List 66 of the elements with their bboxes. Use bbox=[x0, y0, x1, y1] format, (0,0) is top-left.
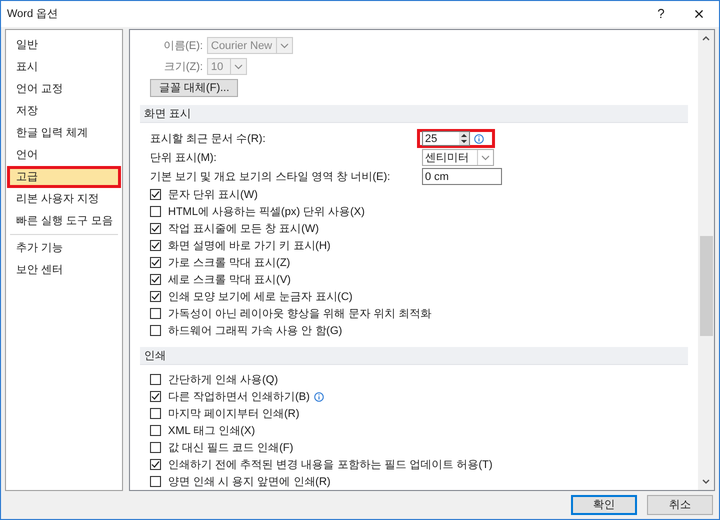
section-header: 화면 표시 bbox=[140, 105, 688, 123]
checkbox[interactable] bbox=[150, 374, 161, 385]
option-label: 작업 표시줄에 모든 창 표시(W) bbox=[168, 222, 319, 236]
window-title: Word 옵션 bbox=[7, 7, 60, 21]
checkbox[interactable] bbox=[150, 257, 161, 268]
unit-dropdown[interactable]: 센티미터 bbox=[422, 149, 494, 166]
field-label: 이름(E): bbox=[162, 38, 204, 52]
option-label: XML 태그 인쇄(X) bbox=[168, 424, 255, 438]
checkbox[interactable] bbox=[150, 325, 161, 336]
option-label: 값 대신 필드 코드 인쇄(F) bbox=[168, 440, 294, 454]
option-label: 화면 설명에 바로 가기 키 표시(H) bbox=[168, 238, 331, 252]
option-label: 하드웨어 그래픽 가속 사용 안 함(G) bbox=[168, 324, 342, 338]
checkbox[interactable] bbox=[150, 189, 161, 200]
sidebar-item[interactable]: 일반 bbox=[10, 34, 118, 56]
checkbox[interactable] bbox=[150, 476, 161, 487]
checkbox[interactable] bbox=[150, 425, 161, 436]
option-label: 가독성이 아닌 레이아웃 향상을 위해 문자 위치 최적화 bbox=[168, 306, 432, 320]
option-label: 양면 인쇄 시 용지 앞면에 인쇄(R) bbox=[168, 474, 331, 488]
scroll-down-icon[interactable] bbox=[702, 479, 710, 484]
checkbox[interactable] bbox=[150, 206, 161, 217]
option-label: 세로 스크롤 막대 표시(V) bbox=[168, 272, 291, 286]
sidebar-item[interactable]: 추가 기능 bbox=[10, 237, 118, 259]
number-field[interactable]: 25 bbox=[422, 131, 470, 146]
field-label: 크기(Z): bbox=[162, 60, 204, 74]
sidebar-item[interactable]: 한글 입력 체계 bbox=[10, 122, 118, 144]
scroll-thumb[interactable] bbox=[700, 236, 712, 336]
checkbox[interactable] bbox=[150, 274, 161, 285]
sidebar-item[interactable]: 보안 센터 bbox=[10, 259, 118, 281]
sidebar-item[interactable]: 고급 bbox=[7, 166, 121, 188]
option-label: 인쇄 모양 보기에 세로 눈금자 표시(C) bbox=[168, 290, 353, 304]
checkbox[interactable] bbox=[150, 391, 161, 402]
scrollbar[interactable] bbox=[698, 30, 714, 490]
field-label: 표시할 최근 문서 수(R): bbox=[150, 132, 266, 146]
sidebar-item[interactable]: 표시 bbox=[10, 56, 118, 78]
field-label: 단위 표시(M): bbox=[150, 150, 218, 164]
field-label: 기본 보기 및 개요 보기의 스타일 영역 창 너비(E): bbox=[150, 170, 392, 184]
section-header: 인쇄 bbox=[140, 347, 688, 365]
checkbox[interactable] bbox=[150, 442, 161, 453]
option-label: 간단하게 인쇄 사용(Q) bbox=[168, 372, 278, 386]
close-button[interactable]: × bbox=[689, 5, 709, 23]
sidebar-item[interactable]: 빠른 실행 도구 모음 bbox=[10, 210, 118, 232]
option-label: 다른 작업하면서 인쇄하기(B) bbox=[168, 390, 310, 404]
checkbox[interactable] bbox=[150, 459, 161, 470]
sidebar-item[interactable]: 리본 사용자 지정 bbox=[10, 188, 118, 210]
checkbox[interactable] bbox=[150, 223, 161, 234]
text-field[interactable]: 0 cm bbox=[422, 168, 502, 185]
option-label: HTML에 사용하는 픽셀(px) 단위 사용(X) bbox=[168, 204, 365, 218]
option-label: 가로 스크롤 막대 표시(Z) bbox=[168, 256, 290, 270]
cancel-button[interactable]: 취소 bbox=[647, 495, 713, 515]
info-icon bbox=[474, 134, 484, 144]
ok-button[interactable]: 확인 bbox=[571, 495, 637, 515]
sidebar-item[interactable]: 저장 bbox=[10, 100, 118, 122]
checkbox[interactable] bbox=[150, 408, 161, 419]
option-label: 마지막 페이지부터 인쇄(R) bbox=[168, 406, 300, 420]
checkbox[interactable] bbox=[150, 240, 161, 251]
sidebar-item[interactable]: 언어 bbox=[10, 144, 118, 166]
spin-arrows-icon[interactable] bbox=[459, 132, 469, 145]
font-substitution-button[interactable]: 글꼴 대체(F)... bbox=[150, 79, 238, 97]
checkbox[interactable] bbox=[150, 291, 161, 302]
scroll-up-icon[interactable] bbox=[702, 36, 710, 41]
option-label: 문자 단위 표시(W) bbox=[168, 188, 258, 202]
option-label: 인쇄하기 전에 추적된 변경 내용을 포함하는 필드 업데이트 허용(T) bbox=[168, 458, 492, 472]
help-button[interactable]: ? bbox=[651, 7, 671, 21]
info-icon bbox=[314, 392, 324, 402]
sidebar-item[interactable]: 언어 교정 bbox=[10, 78, 118, 100]
checkbox[interactable] bbox=[150, 308, 161, 319]
